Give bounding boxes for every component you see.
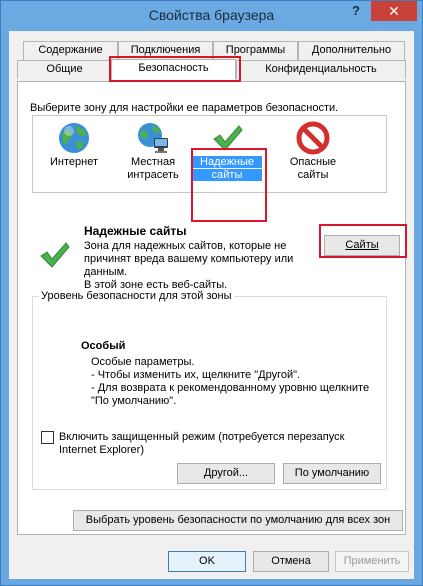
help-button[interactable]: ? <box>346 3 366 21</box>
reset-all-zones-label: Выбрать уровень безопасности по умолчани… <box>85 514 391 526</box>
sites-button[interactable]: Сайты <box>324 235 400 256</box>
protected-mode-label-line2: Internet Explorer) <box>59 444 144 456</box>
globe-icon <box>59 123 89 153</box>
tab-general[interactable]: Общие <box>17 60 112 79</box>
level-title: Особый <box>81 340 126 352</box>
custom-level-button[interactable]: Другой... <box>177 463 275 484</box>
zone-label: Опасные <box>289 156 337 168</box>
cancel-button[interactable]: Отмена <box>253 551 329 572</box>
tab-privacy[interactable]: Конфиденциальность <box>236 60 406 79</box>
default-level-button-label: По умолчанию <box>294 467 370 479</box>
tab-content[interactable]: Содержание <box>23 41 118 60</box>
trusted-checkmark-icon <box>40 242 70 268</box>
protected-mode-label: Включить защищенный режим (потребуется п… <box>59 431 345 443</box>
protected-mode-checkbox[interactable] <box>41 431 54 444</box>
level-description-line: - Для возврата к рекомендованному уровню… <box>91 382 370 394</box>
sites-button-label: Сайты <box>345 239 379 251</box>
zone-label: Местная <box>130 156 176 168</box>
level-group-title: Уровень безопасности для этой зоны <box>39 290 234 302</box>
security-level-group: Уровень безопасности для этой зоны Особы… <box>32 290 387 490</box>
checkmark-icon <box>213 125 243 151</box>
default-level-button[interactable]: По умолчанию <box>283 463 381 484</box>
zone-list[interactable]: Интернет Местная интрасеть Надежные сайт… <box>32 115 387 193</box>
zone-description-line: Зона для надежных сайтов, которые не <box>84 240 287 252</box>
tab-security[interactable]: Безопасность <box>111 59 236 81</box>
security-panel: Выберите зону для настройки ее параметро… <box>17 81 407 535</box>
close-button[interactable]: ✕ <box>371 1 417 21</box>
browser-properties-window: Свойства браузера ? ✕ Содержание Подключ… <box>0 0 423 586</box>
tab-advanced[interactable]: Дополнительно <box>298 41 405 60</box>
intranet-icon <box>138 123 168 153</box>
level-description-line: "По умолчанию". <box>91 395 177 407</box>
zone-instruction: Выберите зону для настройки ее параметро… <box>30 102 339 114</box>
ok-button-label: OK <box>199 555 215 567</box>
tab-programs[interactable]: Программы <box>213 41 298 60</box>
custom-level-button-label: Другой... <box>203 467 249 479</box>
zone-title: Надежные сайты <box>84 224 187 238</box>
level-description-line: - Чтобы изменить их, щелкните "Другой". <box>91 369 301 381</box>
tab-connections[interactable]: Подключения <box>118 41 213 60</box>
zone-internet[interactable]: Интернет <box>39 116 109 188</box>
zone-description-line: причинят вреда вашему компьютеру или <box>84 253 294 265</box>
reset-all-zones-button[interactable]: Выбрать уровень безопасности по умолчани… <box>73 510 403 531</box>
dialog-client: Содержание Подключения Программы Дополни… <box>9 31 414 579</box>
zone-label-line2: сайты <box>297 169 329 181</box>
zone-trusted-sites[interactable]: Надежные сайты <box>192 116 262 188</box>
level-description-line: Особые параметры. <box>91 356 195 368</box>
zone-label-line2: сайты <box>192 169 262 181</box>
zone-intranet[interactable]: Местная интрасеть <box>118 116 188 188</box>
apply-button[interactable]: Применить <box>335 551 409 572</box>
cancel-button-label: Отмена <box>271 555 311 567</box>
title-bar[interactable]: Свойства браузера ? ✕ <box>1 1 422 31</box>
zone-label: Интернет <box>50 156 98 168</box>
zone-restricted-sites[interactable]: Опасные сайты <box>278 116 348 188</box>
zone-label-line2: интрасеть <box>127 169 179 181</box>
zone-description-line: данным. <box>84 266 128 278</box>
apply-button-label: Применить <box>343 555 401 567</box>
ok-button[interactable]: OK <box>168 551 246 572</box>
prohibited-icon <box>296 121 330 155</box>
zone-label: Надежные <box>192 156 262 168</box>
